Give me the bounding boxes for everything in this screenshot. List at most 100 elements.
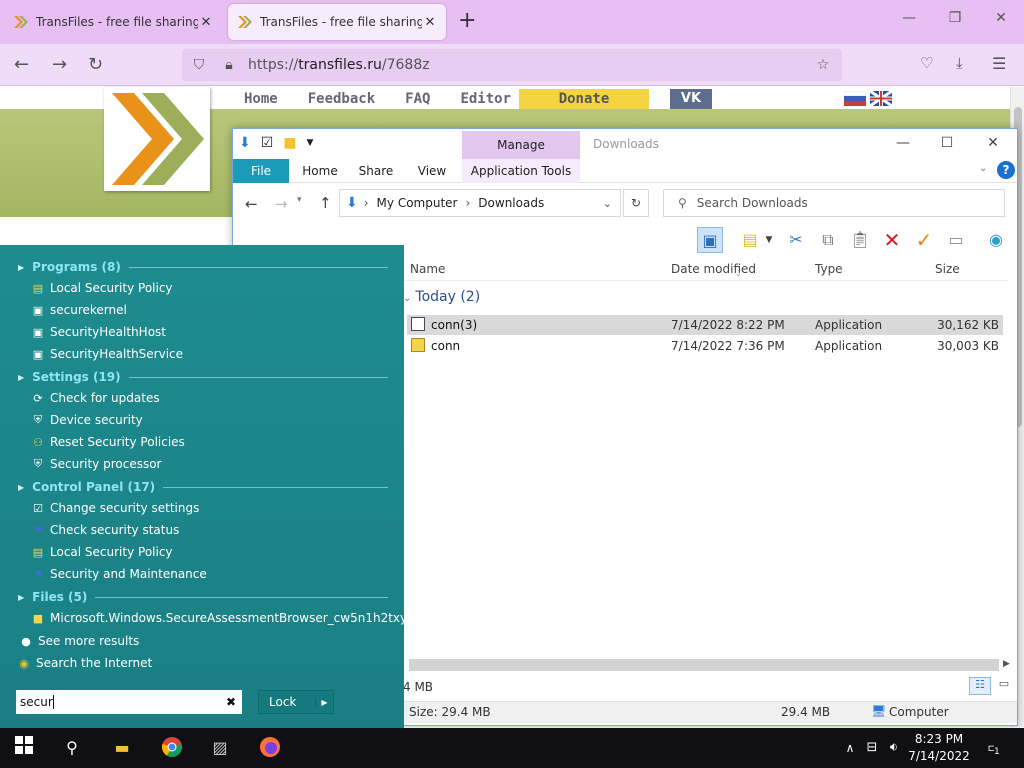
- minimize-explorer-button[interactable]: —: [883, 135, 923, 151]
- delete-icon[interactable]: ✕: [879, 227, 905, 253]
- breadcrumb-downloads[interactable]: Downloads: [478, 196, 544, 210]
- site-logo[interactable]: [104, 87, 210, 191]
- properties-check-icon[interactable]: ☑: [261, 135, 274, 151]
- start-search-input[interactable]: secur ✖: [16, 690, 242, 714]
- scroll-right-icon[interactable]: ▶: [1003, 659, 1010, 669]
- ribbon-tab-view[interactable]: View: [407, 159, 457, 183]
- donate-button[interactable]: Donate: [519, 89, 649, 109]
- manage-context-tab[interactable]: Manage: [462, 131, 580, 159]
- russian-flag-icon[interactable]: [844, 91, 866, 106]
- customize-toolbar-icon[interactable]: ▼: [307, 138, 314, 148]
- site-menu-editor[interactable]: Editor: [460, 91, 511, 107]
- result-check-for-updates[interactable]: ⟳ Check for updates: [30, 391, 159, 405]
- column-size[interactable]: Size: [935, 262, 960, 276]
- result-device-security[interactable]: ⛨ Device security: [30, 413, 143, 427]
- new-folder-toolbar-icon[interactable]: ▤: [737, 227, 763, 253]
- power-options-arrow-icon[interactable]: ▶: [315, 697, 333, 707]
- address-dropdown-chevron-icon[interactable]: ⌄: [603, 197, 612, 210]
- copy-icon[interactable]: ⧉: [815, 227, 841, 253]
- search-icon[interactable]: ⚲: [60, 736, 84, 760]
- group-collapse-chevron-icon[interactable]: ⌄: [403, 293, 411, 304]
- site-menu-feedback[interactable]: Feedback: [308, 91, 375, 107]
- refresh-button[interactable]: ↻: [623, 189, 649, 217]
- lock-button[interactable]: Lock ▶: [258, 690, 334, 714]
- properties-icon[interactable]: ▭: [943, 227, 969, 253]
- result-change-security-settings[interactable]: ☑ Change security settings: [30, 501, 199, 515]
- new-folder-icon[interactable]: ■: [283, 135, 296, 151]
- site-menu-faq[interactable]: FAQ: [405, 91, 430, 107]
- browser-tab-1[interactable]: TransFiles - free file sharing service ✕: [4, 4, 222, 40]
- result-securityhealthservice[interactable]: ▣ SecurityHealthService: [30, 347, 183, 361]
- windows-start-icon[interactable]: [12, 736, 36, 760]
- url-bar[interactable]: ⛉ 🔒︎ https://transfiles.ru/7688z ☆: [182, 49, 842, 81]
- category-control-panel[interactable]: ▶ Control Panel (17): [18, 480, 388, 494]
- photos-app-icon[interactable]: ▨: [208, 736, 232, 760]
- breadcrumb-my-computer[interactable]: My Computer: [377, 196, 458, 210]
- reload-icon[interactable]: ↻: [88, 54, 103, 75]
- recent-locations-icon[interactable]: ▾: [297, 195, 302, 205]
- notifications-icon[interactable]: ▭1: [982, 736, 1006, 764]
- volume-icon[interactable]: 🔉︎: [882, 736, 906, 760]
- url-text[interactable]: https://transfiles.ru/7688z: [248, 57, 806, 73]
- category-settings[interactable]: ▶ Settings (19): [18, 370, 388, 384]
- result-local-security-policy-cp[interactable]: ▤ Local Security Policy: [30, 545, 173, 559]
- see-more-results[interactable]: ● See more results: [18, 634, 139, 648]
- new-folder-dropdown-icon[interactable]: ▼: [763, 227, 775, 253]
- vk-button[interactable]: VK: [670, 89, 712, 109]
- firefox-icon[interactable]: [258, 736, 282, 760]
- result-check-security-status[interactable]: ⚑ Check security status: [30, 523, 179, 537]
- result-secure-assessment-browser[interactable]: ■ Microsoft.Windows.SecureAssessmentBrows…: [30, 611, 432, 625]
- uk-flag-icon[interactable]: [870, 91, 892, 106]
- ribbon-tab-share[interactable]: Share: [351, 159, 401, 183]
- ribbon-tab-home[interactable]: Home: [295, 159, 345, 183]
- result-local-security-policy[interactable]: ▤ Local Security Policy: [30, 281, 173, 295]
- file-explorer-icon[interactable]: ▬: [110, 736, 134, 760]
- lock-icon[interactable]: 🔒︎: [216, 57, 242, 73]
- paste-icon[interactable]: 📋︎: [847, 227, 873, 253]
- column-type[interactable]: Type: [815, 262, 843, 276]
- close-explorer-button[interactable]: ✕: [973, 135, 1013, 151]
- bookmark-star-icon[interactable]: ☆: [810, 57, 836, 73]
- up-folder-icon[interactable]: ↑: [319, 194, 332, 212]
- site-menu-home[interactable]: Home: [244, 91, 278, 107]
- result-securityhealthhost[interactable]: ▣ SecurityHealthHost: [30, 325, 166, 339]
- file-row[interactable]: conn(3) 7/14/2022 8:22 PM Application 30…: [407, 315, 1003, 335]
- pocket-icon[interactable]: ♡: [920, 54, 933, 72]
- back-arrow-icon[interactable]: ←: [14, 54, 29, 75]
- network-globe-icon[interactable]: ◉: [983, 227, 1009, 253]
- search-the-internet[interactable]: ◉ Search the Internet: [16, 656, 152, 670]
- browser-tab-2[interactable]: TransFiles - free file sharing service ✕: [228, 4, 446, 40]
- close-tab-2-icon[interactable]: ✕: [422, 15, 438, 30]
- search-downloads-input[interactable]: ⚲ Search Downloads: [663, 189, 1005, 217]
- maximize-explorer-button[interactable]: ☐: [927, 135, 967, 151]
- group-today[interactable]: ⌄ Today (2): [403, 289, 480, 305]
- ribbon-expand-chevron-icon[interactable]: ⌄: [979, 163, 987, 174]
- minimize-browser-button[interactable]: —: [886, 10, 932, 26]
- network-icon[interactable]: ⊟: [860, 736, 884, 760]
- forward-arrow-icon[interactable]: →: [52, 54, 67, 75]
- file-row[interactable]: conn 7/14/2022 7:36 PM Application 30,00…: [407, 336, 1003, 356]
- chrome-icon[interactable]: [160, 736, 184, 760]
- details-view-icon[interactable]: ☷: [969, 677, 991, 695]
- menu-hamburger-icon[interactable]: ☰: [992, 54, 1006, 73]
- explorer-back-icon[interactable]: ←: [245, 195, 258, 213]
- clear-search-icon[interactable]: ✖: [226, 695, 236, 709]
- address-bar[interactable]: ⬇ › My Computer › Downloads ⌄: [339, 189, 621, 217]
- result-reset-security-policies[interactable]: ⚇ Reset Security Policies: [30, 435, 185, 449]
- show-hidden-icons-icon[interactable]: ∧: [838, 736, 862, 760]
- column-date-modified[interactable]: Date modified: [671, 262, 756, 276]
- help-icon[interactable]: ?: [997, 161, 1015, 179]
- ribbon-tab-file[interactable]: File: [233, 159, 289, 183]
- result-security-processor[interactable]: ⛨ Security processor: [30, 457, 162, 471]
- explorer-forward-icon[interactable]: →: [275, 195, 288, 213]
- column-name[interactable]: Name: [410, 262, 445, 276]
- large-icons-view-icon[interactable]: ▭: [995, 677, 1013, 695]
- close-browser-button[interactable]: ✕: [978, 10, 1024, 26]
- result-securekernel[interactable]: ▣ securekernel: [30, 303, 127, 317]
- ribbon-tab-application-tools[interactable]: Application Tools: [462, 159, 580, 183]
- downloads-icon[interactable]: ⤓: [956, 54, 963, 72]
- category-programs[interactable]: ▶ Programs (8): [18, 260, 388, 274]
- restore-browser-button[interactable]: ❐: [932, 10, 978, 26]
- shield-icon[interactable]: ⛉: [186, 57, 212, 73]
- result-security-and-maintenance[interactable]: ⚑ Security and Maintenance: [30, 567, 207, 581]
